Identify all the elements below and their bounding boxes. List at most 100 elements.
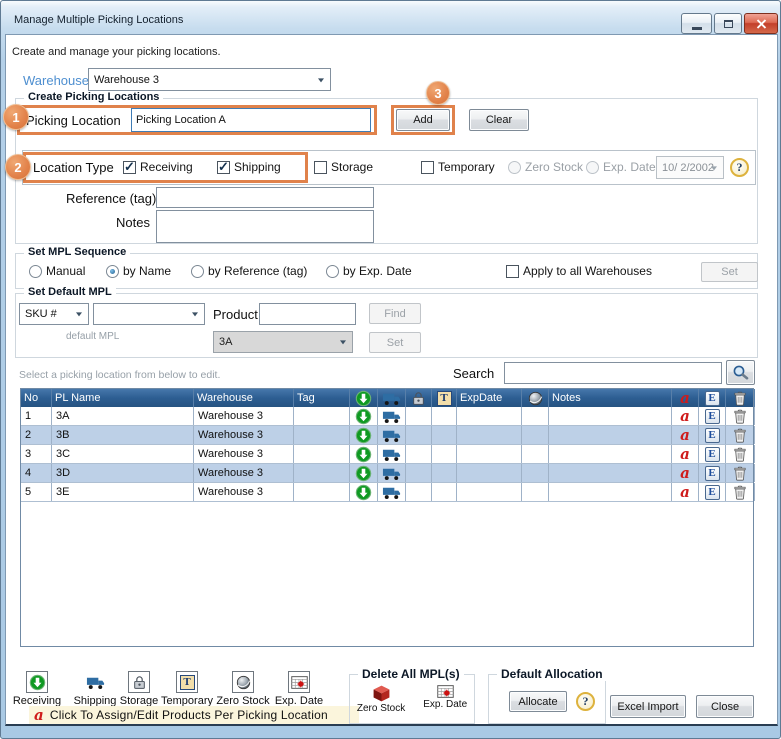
cell-delete[interactable]: [726, 464, 755, 482]
column-header-temporary-icon[interactable]: T: [432, 389, 457, 407]
assign-icon[interactable]: a: [680, 447, 690, 462]
search-input[interactable]: [504, 362, 722, 384]
clear-button[interactable]: Clear: [469, 109, 529, 131]
sequence-radio-by-reference-tag[interactable]: by Reference (tag): [191, 264, 307, 278]
radio-circle[interactable]: [326, 265, 339, 278]
cell-warehouse: Warehouse 3: [194, 426, 294, 444]
table-row[interactable]: 23BWarehouse 3aE: [21, 426, 753, 445]
cell-delete[interactable]: [726, 445, 755, 463]
excel-import-button[interactable]: Excel Import: [610, 695, 686, 718]
add-button[interactable]: Add: [396, 109, 450, 131]
radio-circle[interactable]: [29, 265, 42, 278]
delete-icon[interactable]: [734, 485, 746, 500]
close-window-button[interactable]: [744, 13, 778, 34]
column-header-zero-stock-icon[interactable]: [522, 389, 549, 407]
edit-icon[interactable]: E: [705, 409, 720, 424]
temporary-checkbox[interactable]: Temporary: [421, 160, 495, 174]
close-icon: [756, 19, 767, 29]
product-input[interactable]: [259, 303, 356, 325]
assign-icon[interactable]: a: [680, 409, 690, 424]
column-header-receiving-icon[interactable]: [350, 389, 378, 407]
receiving-checkbox-box[interactable]: [123, 161, 136, 174]
shipping-checkbox[interactable]: Shipping: [217, 160, 281, 174]
notes-input[interactable]: [156, 210, 374, 243]
column-header-assign-icon[interactable]: a: [672, 389, 699, 407]
zero-stock-cube-icon[interactable]: [357, 684, 405, 703]
minimize-button[interactable]: [681, 13, 712, 34]
cell-edit[interactable]: E: [699, 407, 726, 425]
radio-circle[interactable]: [106, 265, 119, 278]
cell-edit[interactable]: E: [699, 483, 726, 501]
sequence-radio-manual[interactable]: Manual: [29, 264, 85, 278]
column-header-no[interactable]: No: [21, 389, 52, 407]
delete-all-exp-date[interactable]: Exp. Date: [423, 684, 467, 714]
close-button[interactable]: Close: [696, 695, 754, 718]
delete-icon[interactable]: [734, 466, 746, 481]
column-header-pl_name[interactable]: PL Name: [52, 389, 194, 407]
delete-icon[interactable]: [734, 428, 746, 443]
search-button[interactable]: [726, 360, 755, 385]
column-header-delete-icon[interactable]: [726, 389, 755, 407]
picking-location-input[interactable]: [131, 108, 371, 132]
cell-assign[interactable]: a: [672, 426, 699, 444]
storage-checkbox-box[interactable]: [314, 161, 327, 174]
zero-stock-radio: Zero Stock: [508, 160, 583, 174]
assign-icon[interactable]: a: [680, 485, 690, 500]
table-row[interactable]: 43DWarehouse 3aE: [21, 464, 753, 483]
assign-icon[interactable]: a: [680, 428, 690, 443]
sku-select[interactable]: SKU #: [19, 303, 89, 325]
column-header-expdate[interactable]: ExpDate: [457, 389, 522, 407]
allocate-button[interactable]: Allocate: [509, 691, 567, 712]
cell-delete[interactable]: [726, 407, 755, 425]
cell-notes: [549, 483, 672, 501]
table-row[interactable]: 13AWarehouse 3aE: [21, 407, 753, 426]
delete-icon[interactable]: [734, 409, 746, 424]
find-button: Find: [369, 303, 421, 324]
delete-all-zero-stock-cube[interactable]: Zero Stock: [357, 684, 405, 714]
product-id-select[interactable]: [93, 303, 205, 325]
assign-icon[interactable]: a: [680, 466, 690, 481]
edit-icon[interactable]: E: [705, 428, 720, 443]
edit-icon[interactable]: E: [705, 447, 720, 462]
maximize-icon: [724, 20, 733, 28]
receiving-checkbox[interactable]: Receiving: [123, 160, 193, 174]
cell-delete[interactable]: [726, 483, 755, 501]
column-header-storage-icon[interactable]: [406, 389, 432, 407]
cell-edit[interactable]: E: [699, 426, 726, 444]
temporary-checkbox-box[interactable]: [421, 161, 434, 174]
radio-circle[interactable]: [191, 265, 204, 278]
reference-input[interactable]: [156, 187, 374, 208]
help-icon[interactable]: ?: [576, 692, 595, 711]
sequence-radio-by-name[interactable]: by Name: [106, 264, 171, 278]
delete-icon[interactable]: [734, 447, 746, 462]
table-row[interactable]: 33CWarehouse 3aE: [21, 445, 753, 464]
edit-icon[interactable]: E: [705, 485, 720, 500]
help-icon[interactable]: ?: [730, 158, 749, 177]
storage-checkbox[interactable]: Storage: [314, 160, 373, 174]
column-header-notes[interactable]: Notes: [549, 389, 672, 407]
shipping-checkbox-box[interactable]: [217, 161, 230, 174]
cell-pl_name: 3B: [52, 426, 194, 444]
edit-icon[interactable]: E: [705, 466, 720, 481]
apply-all-warehouses-checkbox[interactable]: Apply to all Warehouses: [506, 264, 652, 278]
column-header-edit-icon[interactable]: E: [699, 389, 726, 407]
column-header-warehouse[interactable]: Warehouse: [194, 389, 294, 407]
cell-edit[interactable]: E: [699, 464, 726, 482]
column-header-tag[interactable]: Tag: [294, 389, 350, 407]
column-header-shipping-icon[interactable]: [378, 389, 406, 407]
cell-assign[interactable]: a: [672, 445, 699, 463]
cell-assign[interactable]: a: [672, 464, 699, 482]
sequence-set-button: Set: [701, 262, 758, 282]
cell-assign[interactable]: a: [672, 483, 699, 501]
cell-delete[interactable]: [726, 426, 755, 444]
cell-edit[interactable]: E: [699, 445, 726, 463]
table-row[interactable]: 53EWarehouse 3aE: [21, 483, 753, 502]
picking-locations-table: NoPL NameWarehouseTagTExpDateNotesaE 13A…: [20, 388, 754, 647]
exp-date-icon[interactable]: [423, 684, 467, 699]
cell-temporary: [432, 407, 457, 425]
sequence-radio-by-exp-date[interactable]: by Exp. Date: [326, 264, 412, 278]
cell-assign[interactable]: a: [672, 407, 699, 425]
apply-all-checkbox-box[interactable]: [506, 265, 519, 278]
maximize-button[interactable]: [714, 13, 742, 34]
warehouse-select[interactable]: Warehouse 3: [88, 68, 331, 91]
